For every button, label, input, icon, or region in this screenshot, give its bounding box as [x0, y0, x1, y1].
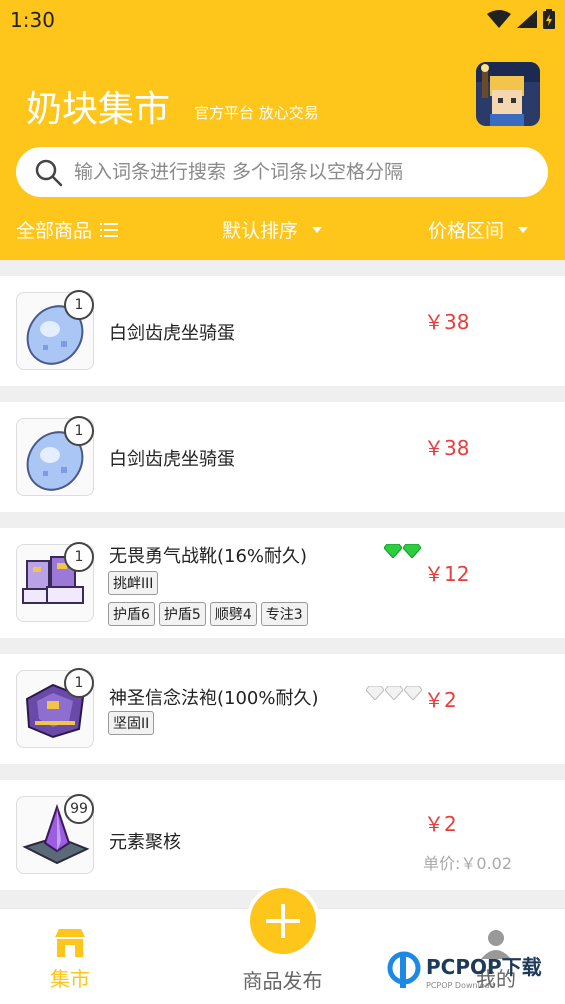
gray-gem-icon — [366, 686, 384, 700]
attribute-tag: 护盾5 — [158, 602, 206, 626]
watermark-brand: PCPOP下载 — [426, 955, 542, 979]
page-title: 奶块集市 — [26, 89, 171, 130]
attribute-tags: 坚固II — [108, 711, 155, 735]
product-price: ￥38 — [424, 310, 470, 334]
tab-market[interactable]: 集市 — [40, 929, 100, 992]
product-card[interactable]: 1 无畏勇气战靴(16%耐久) ￥12 挑衅III 护盾6 护盾5 顺劈4 专注… — [0, 528, 565, 638]
publish-button[interactable] — [246, 884, 320, 958]
quantity-badge: 1 — [64, 416, 94, 446]
search-input[interactable] — [74, 155, 534, 189]
status-bar: 1:30 — [0, 0, 565, 40]
product-price: ￥2 — [424, 688, 457, 712]
quality-gems — [366, 686, 422, 700]
green-gem-icon — [403, 544, 421, 558]
tab-publish-label[interactable]: 商品发布 — [230, 965, 335, 994]
attribute-tag: 专注3 — [260, 602, 308, 626]
gray-gem-icon — [385, 686, 403, 700]
filter-price-range[interactable]: 价格区间 — [428, 216, 529, 243]
product-name: 元素聚核 — [109, 832, 181, 853]
gray-gem-icon — [404, 686, 422, 700]
product-name: 无畏勇气战靴(16%耐久) — [109, 546, 308, 567]
attribute-tag: 护盾6 — [108, 602, 155, 626]
battery-icon — [543, 9, 555, 29]
unit-price: 单价:￥0.02 — [423, 854, 513, 873]
attribute-tags: 挑衅III — [108, 571, 159, 595]
quantity-badge: 99 — [64, 794, 94, 824]
filter-all-label: 全部商品 — [16, 220, 93, 242]
product-card[interactable]: 1 白剑齿虎坐骑蛋 ￥38 — [0, 276, 565, 386]
quantity-badge: 1 — [64, 290, 94, 320]
player-avatar-icon[interactable] — [476, 62, 540, 126]
product-name: 白剑齿虎坐骑蛋 — [109, 449, 235, 470]
tab-market-label: 集市 — [50, 967, 90, 991]
quantity-badge: 1 — [64, 668, 94, 698]
quantity-badge: 1 — [64, 542, 94, 572]
attribute-tag: 顺劈4 — [209, 602, 257, 626]
caret-down-icon — [312, 226, 323, 233]
product-card[interactable]: 1 神圣信念法袍(100%耐久) ￥2 坚固II — [0, 654, 565, 764]
quality-gems — [384, 544, 421, 558]
product-name: 白剑齿虎坐骑蛋 — [109, 323, 235, 344]
page-subtitle: 官方平台 放心交易 — [194, 104, 319, 122]
product-card[interactable]: 99 元素聚核 ￥2 单价:￥0.02 — [0, 780, 565, 890]
status-time: 1:30 — [10, 8, 55, 32]
wifi-icon — [487, 10, 511, 28]
watermark-small: PCPOP Download — [426, 981, 495, 990]
product-card[interactable]: 1 白剑齿虎坐骑蛋 ￥38 — [0, 402, 565, 512]
product-name: 神圣信念法袍(100%耐久) — [109, 688, 319, 709]
status-icons — [487, 9, 555, 29]
search-icon — [35, 159, 63, 187]
store-icon — [55, 929, 85, 957]
product-price: ￥12 — [424, 562, 470, 586]
attribute-tag: 挑衅III — [108, 571, 159, 595]
filter-price-label: 价格区间 — [428, 220, 505, 242]
search-bar[interactable] — [16, 147, 548, 197]
filter-default-sort[interactable]: 默认排序 — [222, 216, 323, 243]
filter-all-products[interactable]: 全部商品 — [16, 216, 119, 243]
product-price: ￥38 — [424, 436, 470, 460]
publish-button-fill — [250, 888, 316, 954]
watermark: PCPOP下载 PCPOP Download — [386, 944, 556, 998]
attribute-tags: 护盾6 护盾5 顺劈4 专注3 — [108, 602, 308, 626]
attribute-tag: 坚固II — [108, 711, 155, 735]
caret-down-icon — [518, 226, 529, 233]
green-gem-icon — [384, 544, 402, 558]
plus-icon — [266, 904, 300, 938]
filter-sort-label: 默认排序 — [222, 220, 299, 242]
signal-icon — [517, 10, 537, 28]
list-icon — [100, 222, 119, 237]
product-price: ￥2 — [424, 812, 457, 836]
